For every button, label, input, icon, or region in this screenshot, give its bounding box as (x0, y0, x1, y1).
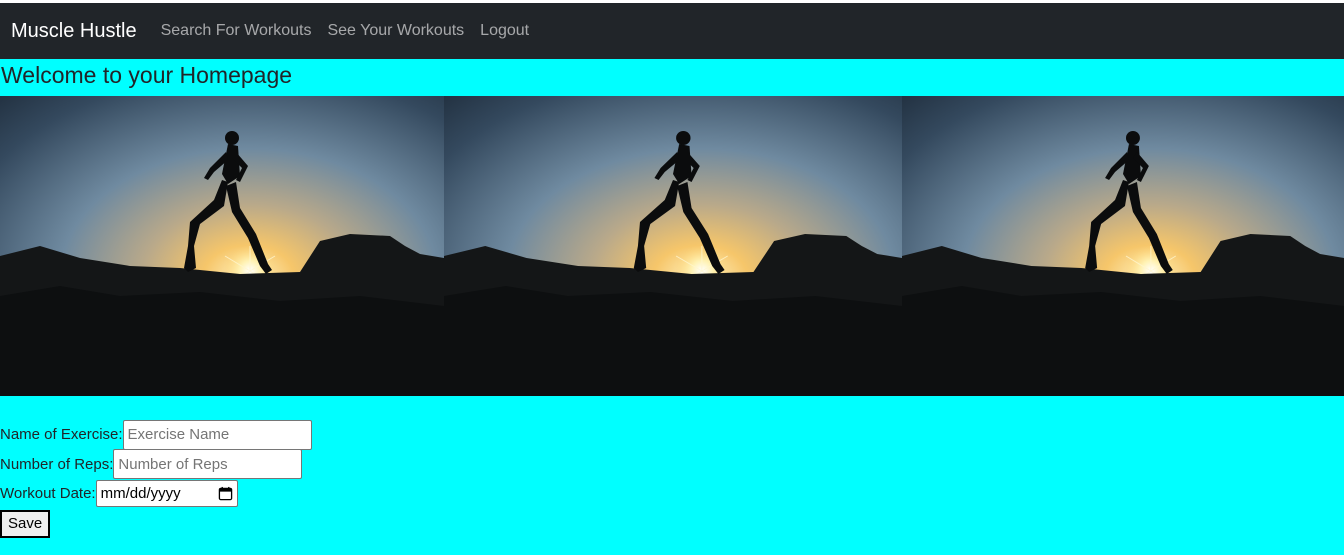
reps-input[interactable] (113, 449, 303, 480)
page-title: Welcome to your Homepage (1, 62, 293, 88)
exercise-name-label: Name of Exercise: (0, 426, 123, 444)
navbar: Muscle Hustle Search For Workouts See Yo… (0, 3, 1344, 59)
reps-row: Number of Reps: (0, 449, 1344, 480)
running-silhouette-image (0, 96, 444, 396)
running-silhouette-image (444, 96, 902, 396)
reps-label: Number of Reps: (0, 455, 114, 473)
date-row: Workout Date: mm/dd/yyyy (0, 479, 1344, 509)
calendar-icon[interactable] (218, 486, 233, 501)
nav-link-see-workouts[interactable]: See Your Workouts (327, 22, 464, 40)
workout-date-input[interactable]: mm/dd/yyyy (95, 480, 238, 508)
nav-link-search-workouts[interactable]: Search For Workouts (161, 22, 312, 40)
nav-link-logout[interactable]: Logout (480, 22, 529, 40)
save-button[interactable]: Save (0, 509, 51, 538)
exercise-row: Name of Exercise: (0, 419, 1344, 450)
banner-images (0, 96, 1344, 396)
workout-date-label: Workout Date: (0, 485, 96, 503)
workout-form: Name of Exercise: Number of Reps: Workou… (0, 419, 1344, 538)
brand-link[interactable]: Muscle Hustle (11, 20, 137, 43)
exercise-name-input[interactable] (122, 419, 312, 450)
date-value: mm/dd/yyyy (100, 485, 181, 503)
running-silhouette-image (902, 96, 1344, 396)
